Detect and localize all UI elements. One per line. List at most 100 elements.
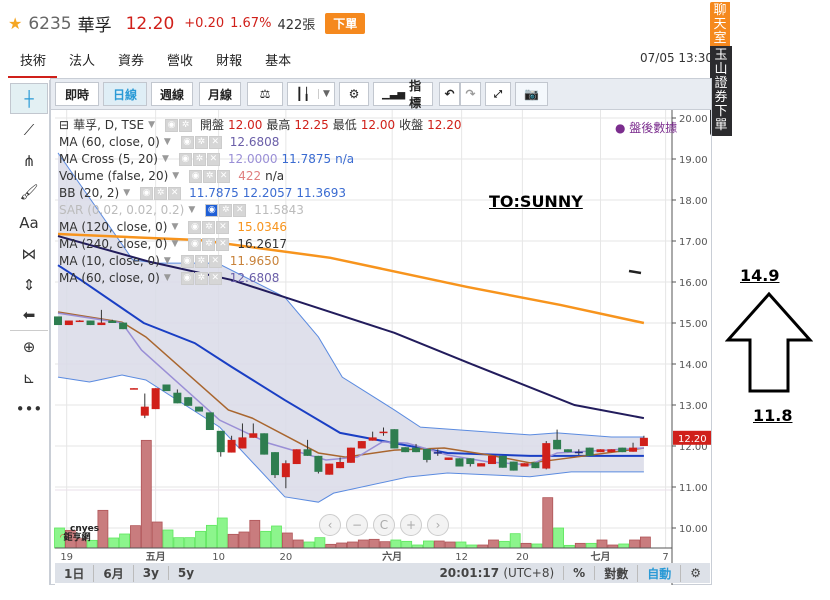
eye-icon[interactable]: ◉	[205, 204, 219, 217]
volume-bar	[336, 542, 348, 549]
candle-body	[249, 433, 258, 438]
tab-margin[interactable]: 資券	[106, 48, 155, 78]
zoom-out-button[interactable]: −	[346, 514, 368, 536]
indicators-button[interactable]: ▁▃▅ 指標	[373, 79, 433, 110]
close-icon[interactable]: ✕	[208, 255, 222, 268]
close-icon[interactable]: ✕	[208, 272, 222, 285]
scroll-right-button[interactable]: ›	[427, 514, 449, 536]
gear-icon[interactable]: ✲	[194, 272, 208, 285]
fullscreen-button[interactable]: ⤢	[485, 82, 511, 106]
zoom-tool[interactable]: ⊕	[10, 331, 48, 362]
broker-order-tab[interactable]: 玉山證券下單	[710, 46, 732, 136]
scroll-left-button[interactable]: ‹	[319, 514, 341, 536]
dropdown-icon[interactable]: ▼	[172, 168, 179, 185]
indicator-chart-icon: ▁▃▅	[382, 88, 406, 100]
dropdown-icon[interactable]: ▼	[188, 202, 195, 219]
eye-icon[interactable]: ◉	[189, 170, 203, 183]
back-tool[interactable]: ⬅	[10, 300, 48, 331]
dropdown-icon[interactable]: ▼	[164, 134, 171, 151]
gear-icon[interactable]: ✲	[202, 238, 216, 251]
redo-button[interactable]: ↷	[460, 82, 481, 106]
gear-icon[interactable]: ✲	[179, 119, 193, 132]
compare-button[interactable]: ⚖	[247, 82, 283, 106]
text-tool[interactable]: Aa	[10, 207, 48, 238]
realtime-button[interactable]: 即時	[55, 82, 99, 106]
time-tick-label: 20	[279, 552, 292, 563]
chat-room-tab[interactable]: 聊天室	[710, 2, 730, 48]
gear-icon[interactable]: ✲	[154, 187, 168, 200]
collapse-icon[interactable]: ⊟	[59, 117, 69, 134]
candle	[54, 316, 62, 326]
brush-tool[interactable]: 🖌	[10, 176, 48, 207]
dropdown-icon[interactable]: ▼	[123, 185, 130, 202]
brush-icon: 🖌	[19, 182, 39, 201]
auto-toggle[interactable]: 自動	[638, 564, 682, 582]
gear-icon[interactable]: ✲	[194, 136, 208, 149]
dropdown-icon[interactable]: ▼	[171, 236, 178, 253]
high-value: 12.25	[294, 118, 329, 132]
eye-icon[interactable]: ◉	[180, 136, 194, 149]
chart-type-button[interactable]: ┃╽ ▼	[287, 82, 335, 106]
log-toggle[interactable]: 對數	[595, 564, 639, 582]
gear-icon[interactable]: ✲	[219, 204, 233, 217]
tab-basics[interactable]: 基本	[253, 48, 302, 78]
zoom-in-button[interactable]: +	[400, 514, 422, 536]
close-icon[interactable]: ✕	[168, 187, 182, 200]
dropdown-icon[interactable]: ▼	[164, 270, 171, 287]
after-hours-link[interactable]: ● 盤後數據	[615, 119, 677, 136]
settings-button[interactable]: ⚙	[339, 82, 369, 106]
range-5y[interactable]: 5y	[169, 566, 203, 580]
star-icon[interactable]: ★	[8, 14, 22, 33]
range-3y[interactable]: 3y	[134, 566, 169, 580]
range-1d[interactable]: 1日	[55, 564, 95, 582]
gear-icon[interactable]: ✲	[192, 153, 206, 166]
dropdown-icon[interactable]: ▼	[148, 117, 155, 134]
range-bar: 1日 6月 3y 5y 20:01:17 (UTC+8) % 對數 自動 ⚙	[55, 563, 710, 583]
close-icon[interactable]: ✕	[216, 238, 230, 251]
gear-icon[interactable]: ⚙	[681, 566, 710, 580]
snapshot-button[interactable]: 📷	[515, 82, 548, 106]
crosshair-tool[interactable]: ┼	[10, 83, 48, 114]
reset-button[interactable]: C	[373, 514, 395, 536]
undo-icon: ↶	[444, 87, 455, 101]
range-6m[interactable]: 6月	[94, 564, 134, 582]
pattern-tool[interactable]: ⋈	[10, 238, 48, 269]
eye-icon[interactable]: ◉	[180, 255, 194, 268]
order-button[interactable]: 下單	[325, 13, 366, 34]
percent-toggle[interactable]: %	[564, 566, 596, 580]
tab-institutional[interactable]: 法人	[57, 48, 106, 78]
tab-financials[interactable]: 財報	[204, 48, 253, 78]
study-value: 11.5843	[254, 203, 304, 217]
pitchfork-tool[interactable]: ⋔	[10, 145, 48, 176]
close-icon[interactable]: ✕	[216, 221, 230, 234]
volume-bar	[542, 497, 554, 549]
close-icon[interactable]: ✕	[206, 153, 220, 166]
gear-icon[interactable]: ✲	[202, 221, 216, 234]
daily-button[interactable]: 日線	[103, 82, 147, 106]
tab-revenue[interactable]: 營收	[155, 48, 204, 78]
trend-line-tool[interactable]: ⟋	[10, 114, 48, 145]
eye-icon[interactable]: ◉	[178, 153, 192, 166]
weekly-button[interactable]: 週線	[151, 82, 193, 106]
close-icon[interactable]: ✕	[208, 136, 222, 149]
ruler-tool[interactable]: ⊾	[10, 362, 48, 393]
volume-bar	[520, 542, 532, 549]
eye-icon[interactable]: ◉	[180, 272, 194, 285]
more-tools[interactable]: •••	[10, 393, 48, 424]
close-icon[interactable]: ✕	[233, 204, 247, 217]
gear-icon[interactable]: ✲	[194, 255, 208, 268]
eye-icon[interactable]: ◉	[188, 238, 202, 251]
undo-button[interactable]: ↶	[439, 82, 460, 106]
dropdown-icon[interactable]: ▼	[171, 219, 178, 236]
dropdown-icon[interactable]: ▼	[164, 253, 171, 270]
eye-icon[interactable]: ◉	[140, 187, 154, 200]
monthly-button[interactable]: 月線	[199, 82, 241, 106]
dropdown-icon[interactable]: ▼	[162, 151, 169, 168]
eye-icon[interactable]: ◉	[188, 221, 202, 234]
close-icon[interactable]: ✕	[217, 170, 231, 183]
tab-technical[interactable]: 技術	[8, 48, 58, 78]
eye-icon[interactable]: ◉	[165, 119, 179, 132]
gear-icon[interactable]: ✲	[203, 170, 217, 183]
volume-bar	[433, 540, 445, 549]
measure-tool[interactable]: ⇕	[10, 269, 48, 300]
